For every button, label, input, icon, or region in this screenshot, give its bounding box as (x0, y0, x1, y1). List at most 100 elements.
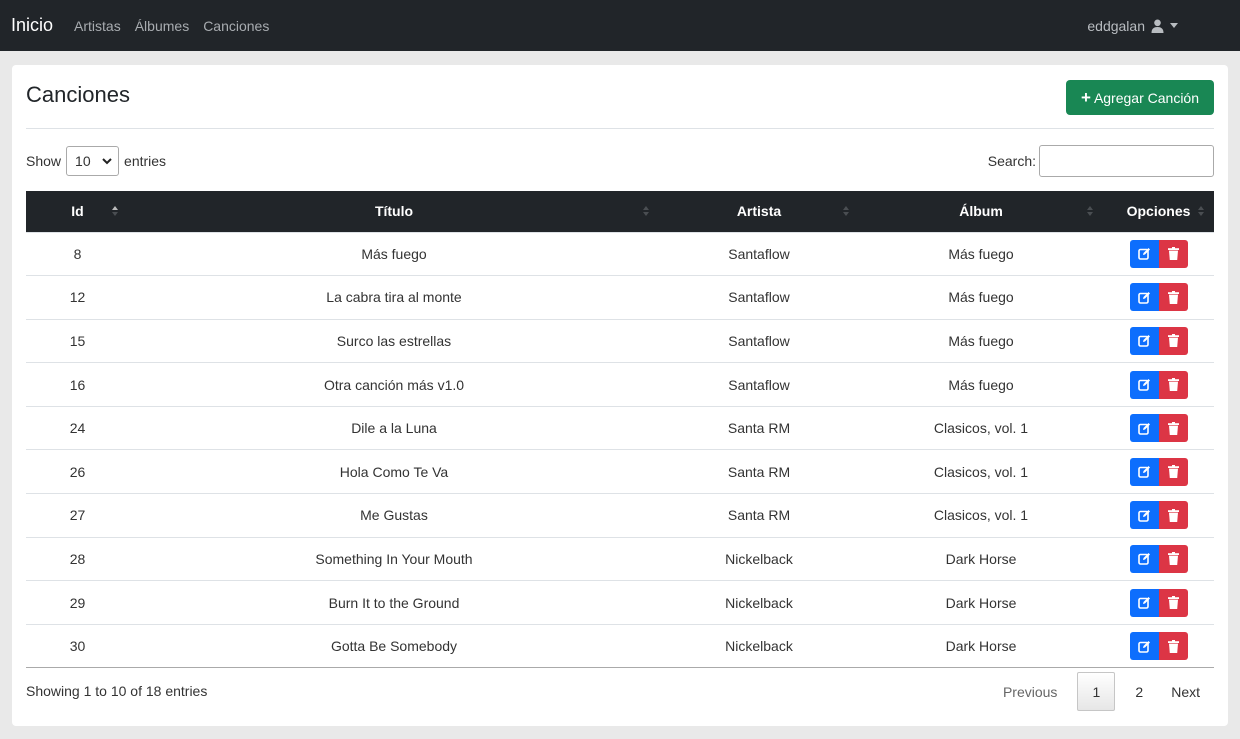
edit-button[interactable] (1129, 414, 1159, 443)
row-actions (1129, 326, 1188, 355)
column-header-label: Id (71, 203, 84, 220)
edit-button[interactable] (1129, 370, 1159, 399)
edit-icon (1137, 509, 1150, 522)
column-header-album[interactable]: Álbum (859, 191, 1103, 232)
edit-icon (1137, 335, 1150, 348)
cell-titulo: Más fuego (129, 231, 659, 276)
edit-icon (1137, 248, 1150, 261)
column-header-titulo[interactable]: Título (129, 191, 659, 232)
cell-opciones (1103, 405, 1214, 450)
cell-artista: Santa RM (659, 405, 859, 450)
pagination-next[interactable]: Next (1157, 684, 1214, 700)
sort-icon (643, 206, 649, 216)
cell-artista: Santaflow (659, 362, 859, 407)
column-header-label: Título (374, 203, 414, 220)
edit-button[interactable] (1129, 501, 1159, 530)
edit-button[interactable] (1129, 457, 1159, 486)
cell-artista: Santaflow (659, 318, 859, 363)
cell-artista: Santa RM (659, 493, 859, 538)
delete-button[interactable] (1158, 370, 1188, 399)
nav-link-artistas[interactable]: Artistas (74, 18, 121, 34)
table-row: 15 Surco las estrellas Santaflow Más fue… (26, 318, 1214, 363)
delete-button[interactable] (1158, 588, 1188, 617)
pagination-page-1[interactable]: 1 (1077, 672, 1116, 711)
trash-icon (1167, 465, 1179, 479)
delete-button[interactable] (1158, 501, 1188, 530)
column-header-artista[interactable]: Artista (659, 191, 859, 232)
entries-select[interactable]: 10 (66, 146, 120, 176)
delete-button[interactable] (1158, 239, 1188, 268)
cell-opciones (1103, 318, 1214, 363)
cell-titulo: Something In Your Mouth (129, 536, 659, 581)
pagination: Previous 1 2 Next (989, 672, 1214, 711)
delete-button[interactable] (1158, 632, 1188, 661)
cell-album: Dark Horse (859, 580, 1103, 625)
user-icon (1151, 19, 1164, 33)
row-actions (1129, 501, 1188, 530)
trash-icon (1167, 508, 1179, 522)
sort-icon (1087, 206, 1093, 216)
chevron-down-icon (102, 158, 112, 165)
nav-link-canciones[interactable]: Canciones (203, 18, 269, 34)
delete-button[interactable] (1158, 414, 1188, 443)
row-actions (1129, 544, 1188, 573)
user-menu[interactable]: eddgalan (1087, 0, 1178, 51)
navbar: Inicio Artistas Álbumes Canciones eddgal… (0, 0, 1240, 51)
cell-id: 8 (26, 231, 129, 276)
table-row: 16 Otra canción más v1.0 Santaflow Más f… (26, 362, 1214, 407)
show-label: Show (26, 153, 62, 169)
delete-button[interactable] (1158, 544, 1188, 573)
row-actions (1129, 414, 1188, 443)
edit-button[interactable] (1129, 632, 1159, 661)
songs-card: Canciones + Agregar Canción Show 10 entr… (12, 65, 1228, 726)
add-song-button[interactable]: + Agregar Canción (1066, 80, 1214, 115)
pagination-previous[interactable]: Previous (989, 684, 1071, 700)
edit-button[interactable] (1129, 544, 1159, 573)
cell-opciones (1103, 623, 1214, 669)
cell-opciones (1103, 449, 1214, 494)
cell-id: 29 (26, 580, 129, 625)
edit-button[interactable] (1129, 588, 1159, 617)
column-header-id[interactable]: Id (26, 191, 129, 232)
cell-album: Clasicos, vol. 1 (859, 405, 1103, 450)
page-title: Canciones (26, 82, 130, 107)
cell-opciones (1103, 275, 1214, 320)
trash-icon (1167, 334, 1179, 348)
nav-link-albumes[interactable]: Álbumes (135, 18, 189, 34)
edit-button[interactable] (1129, 326, 1159, 355)
cell-artista: Nickelback (659, 536, 859, 581)
table-header-row: Id Título Artista Álbum Opciones (26, 191, 1214, 232)
cell-titulo: La cabra tira al monte (129, 275, 659, 320)
column-header-opciones[interactable]: Opciones (1103, 191, 1214, 232)
cell-titulo: Surco las estrellas (129, 318, 659, 363)
cell-album: Más fuego (859, 275, 1103, 320)
cell-opciones (1103, 231, 1214, 276)
delete-button[interactable] (1158, 283, 1188, 312)
search-control: Search: (988, 145, 1214, 177)
nav-brand-inicio[interactable]: Inicio (11, 15, 53, 36)
cell-album: Dark Horse (859, 623, 1103, 669)
delete-button[interactable] (1158, 326, 1188, 355)
search-label: Search: (987, 153, 1036, 169)
trash-icon (1167, 247, 1179, 261)
trash-icon (1167, 639, 1179, 653)
cell-id: 15 (26, 318, 129, 363)
cell-id: 30 (26, 623, 129, 669)
row-actions (1129, 239, 1188, 268)
sort-asc-icon (112, 206, 118, 216)
edit-button[interactable] (1129, 239, 1159, 268)
delete-button[interactable] (1158, 457, 1188, 486)
table-row: 29 Burn It to the Ground Nickelback Dark… (26, 580, 1214, 625)
column-header-label: Opciones (1126, 203, 1191, 220)
pagination-page-2[interactable]: 2 (1121, 684, 1157, 700)
edit-icon (1137, 379, 1150, 391)
sort-icon (843, 206, 849, 216)
cell-artista: Santaflow (659, 231, 859, 276)
cell-artista: Nickelback (659, 623, 859, 669)
cell-album: Más fuego (859, 318, 1103, 363)
cell-titulo: Burn It to the Ground (129, 580, 659, 625)
edit-button[interactable] (1129, 283, 1159, 312)
search-input[interactable] (1039, 145, 1214, 177)
entries-length-control: Show 10 entries (26, 145, 166, 177)
trash-icon (1167, 378, 1179, 392)
